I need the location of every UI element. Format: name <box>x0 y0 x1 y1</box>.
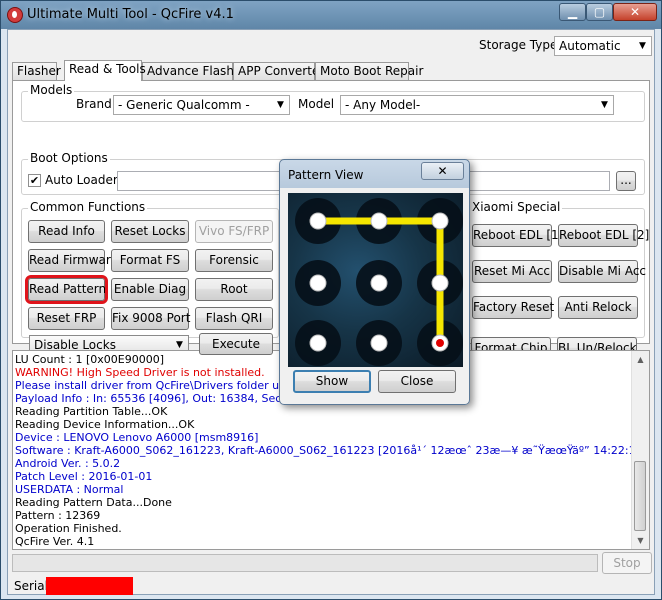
app-icon <box>7 7 23 23</box>
scroll-thumb[interactable] <box>634 461 646 531</box>
dialog-title: Pattern View <box>288 168 364 182</box>
reset-frp-button[interactable]: Reset FRP <box>28 307 105 330</box>
dialog-close-button[interactable]: ✕ <box>421 162 464 180</box>
log-line: Pattern : 12369 <box>15 509 101 522</box>
brand-value: - Generic Qualcomm - <box>118 98 250 112</box>
dialog-close-action-button[interactable]: Close <box>378 370 456 393</box>
chevron-down-icon: ▼ <box>277 100 284 110</box>
log-line: LU Count : 1 [0x00E90000] <box>15 353 165 366</box>
factory-reset-button[interactable]: Factory Reset <box>472 296 554 319</box>
pattern-grid <box>288 193 463 367</box>
reboot-edl-1-button[interactable]: Reboot EDL [1] <box>472 224 563 247</box>
pattern-node-4 <box>309 274 327 292</box>
read-firmware-button[interactable]: Read Firmware <box>28 249 118 272</box>
reboot-edl-2-button[interactable]: Reboot EDL [2] <box>558 224 649 247</box>
pattern-node-7 <box>309 334 327 352</box>
pattern-end-marker <box>436 339 444 347</box>
fix-9008-port-button[interactable]: Fix 9008 Port <box>111 307 190 330</box>
storage-type-value: Automatic <box>559 39 621 53</box>
format-fs-button[interactable]: Format FS <box>111 249 189 272</box>
scroll-down-icon[interactable]: ▼ <box>632 532 649 549</box>
tab-moto-boot-repair[interactable]: Moto Boot Repair <box>315 62 423 80</box>
log-line: Reading Pattern Data...Done <box>15 496 172 509</box>
log-line: Payload Info : In: 65536 [4096], Out: 16… <box>15 392 311 405</box>
log-line: Patch Level : 2016-01-01 <box>15 470 153 483</box>
close-button[interactable]: ✕ <box>613 3 657 21</box>
log-line: Reading Device Information...OK <box>15 418 195 431</box>
serial-value-redacted <box>46 577 133 595</box>
enable-diag-button[interactable]: Enable Diag <box>111 278 189 301</box>
log-line: Operation Finished. <box>15 522 122 535</box>
vivo-fs-frp-button[interactable]: Vivo FS/FRP <box>195 220 273 243</box>
reset-locks-button[interactable]: Reset Locks <box>111 220 189 243</box>
log-line: Please install driver from QcFire\Driver… <box>15 379 321 392</box>
pattern-node-5 <box>370 274 388 292</box>
window-title: Ultimate Multi Tool - QcFire v4.1 <box>27 7 234 22</box>
pattern-node-6 <box>431 274 449 292</box>
pattern-node-2 <box>370 212 388 230</box>
root-button[interactable]: Root <box>195 278 273 301</box>
flash-qri-button[interactable]: Flash QRI <box>195 307 273 330</box>
tab-flasher[interactable]: Flasher <box>12 62 61 80</box>
xiaomi-special-group: Xiaomi Special Reboot EDL [1] Reboot EDL… <box>463 200 649 338</box>
browse-loader-button[interactable]: ... <box>616 171 636 191</box>
model-label: Model <box>298 97 335 111</box>
storage-type-label: Storage Type <box>479 38 558 52</box>
pattern-canvas <box>295 198 463 366</box>
boot-options-group-title: Boot Options <box>28 151 110 165</box>
model-dropdown[interactable]: - Any Model- ▼ <box>340 95 614 115</box>
show-button[interactable]: Show <box>293 370 371 393</box>
log-line: USERDATA : Normal <box>15 483 124 496</box>
brand-label: Brand <box>76 97 112 111</box>
common-functions-group-title: Common Functions <box>28 200 148 214</box>
log-line: WARNING! High Speed Driver is not instal… <box>15 366 265 379</box>
pattern-node-1 <box>309 212 327 230</box>
models-group: Models Brand - Generic Qualcomm - ▼ Mode… <box>21 83 645 122</box>
auto-loader-label: Auto Loader <box>45 173 118 187</box>
forensic-button[interactable]: Forensic <box>195 249 273 272</box>
progress-bar <box>12 554 598 572</box>
log-line: Software : Kraft-A6000_S062_161223, Kraf… <box>15 444 650 457</box>
tab-advance-flasher[interactable]: Advance Flasher <box>142 62 246 80</box>
models-group-title: Models <box>28 83 75 97</box>
chevron-down-icon: ▼ <box>601 100 608 110</box>
pattern-view-dialog: Pattern View ✕ Show Close <box>279 159 470 405</box>
main-window: Ultimate Multi Tool - QcFire v4.1 ▁ ▢ ✕ … <box>0 0 662 600</box>
log-line: Android Ver. : 5.0.2 <box>15 457 121 470</box>
read-pattern-button[interactable]: Read Pattern <box>25 275 108 304</box>
execute-button[interactable]: Execute <box>199 333 273 355</box>
scroll-up-icon[interactable]: ▲ <box>632 351 649 368</box>
disable-mi-acc-button[interactable]: Disable Mi Acc <box>558 260 646 283</box>
pattern-node-8 <box>370 334 388 352</box>
log-line: QcFire Ver. 4.1 <box>15 535 95 548</box>
title-bar[interactable]: Ultimate Multi Tool - QcFire v4.1 ▁ ▢ ✕ <box>1 1 661 29</box>
log-line: Device : LENOVO Lenovo A6000 [msm8916] <box>15 431 259 444</box>
log-line: Reading Partition Table...OK <box>15 405 168 418</box>
storage-type-dropdown[interactable]: Automatic ▼ <box>554 36 652 56</box>
common-functions-group: Common Functions Read Info Reset Locks V… <box>21 200 279 338</box>
anti-relock-button[interactable]: Anti Relock <box>558 296 638 319</box>
minimize-button[interactable]: ▁ <box>559 3 586 21</box>
model-value: - Any Model- <box>345 98 421 112</box>
maximize-button[interactable]: ▢ <box>586 3 613 21</box>
brand-dropdown[interactable]: - Generic Qualcomm - ▼ <box>113 95 290 115</box>
auto-loader-checkbox[interactable]: ✔ <box>28 174 41 187</box>
read-info-button[interactable]: Read Info <box>28 220 105 243</box>
log-scrollbar[interactable]: ▲ ▼ <box>631 351 649 549</box>
stop-button[interactable]: Stop <box>602 552 652 574</box>
chevron-down-icon: ▼ <box>639 41 646 51</box>
xiaomi-special-group-title: Xiaomi Special <box>470 200 563 214</box>
tab-read-tools[interactable]: Read & Tools <box>64 60 146 81</box>
tab-app-converter[interactable]: APP Converter <box>233 62 324 80</box>
reset-mi-acc-button[interactable]: Reset Mi Acc <box>472 260 552 283</box>
pattern-node-3 <box>431 212 449 230</box>
